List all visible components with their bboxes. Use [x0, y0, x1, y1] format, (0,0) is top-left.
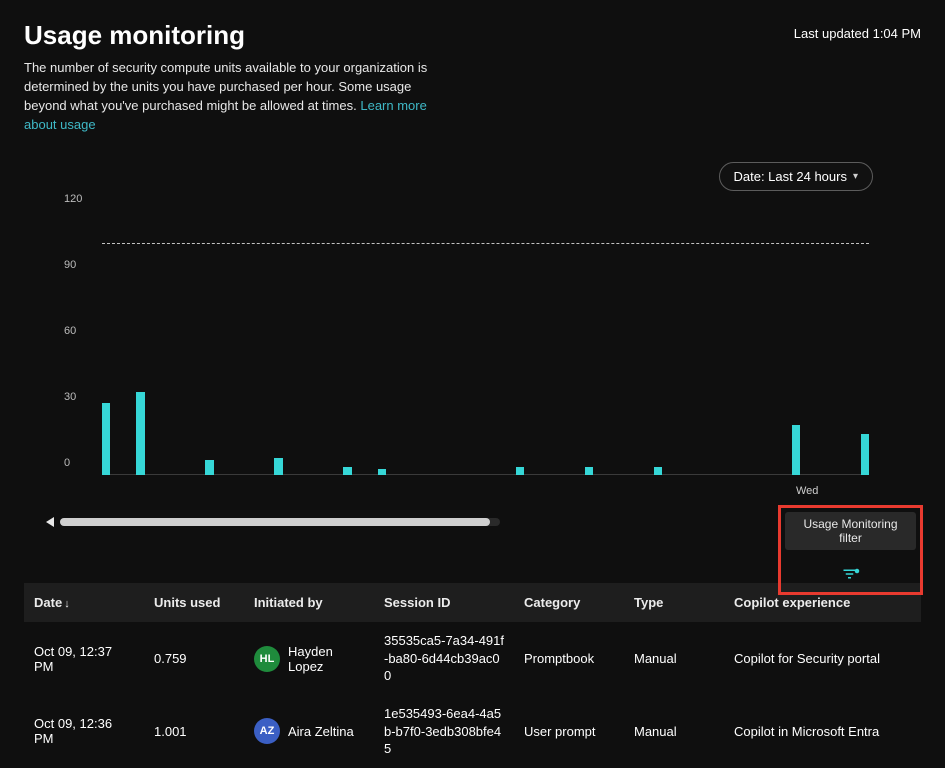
y-axis-tick: 120 [64, 193, 82, 205]
cell-type: Manual [624, 622, 724, 695]
filter-icon [842, 567, 860, 581]
bar-container [102, 211, 869, 475]
usage-bar[interactable] [792, 425, 800, 476]
page-title: Usage monitoring [24, 20, 245, 51]
usage-bar[interactable] [274, 458, 282, 476]
usage-bar[interactable] [136, 392, 144, 476]
usage-bar[interactable] [861, 434, 869, 476]
filter-callout-highlight: Usage Monitoring filter [778, 505, 923, 595]
cell-session-id: 1e535493-6ea4-4a5b-b7f0-3edb308bfe45 [374, 695, 514, 768]
column-header[interactable]: Initiated by [244, 583, 374, 622]
y-axis-tick: 0 [64, 457, 70, 469]
usage-filter-button[interactable] [785, 560, 916, 588]
cell-experience: Copilot in Microsoft Entra [724, 695, 921, 768]
usage-bar[interactable] [654, 467, 662, 476]
y-axis-tick: 90 [64, 259, 76, 271]
usage-bar-chart: 0306090120Wed [32, 211, 921, 511]
last-updated-label: Last updated 1:04 PM [794, 26, 921, 41]
table-row[interactable]: Oct 09, 12:36 PM1.001 AZ Aira Zeltina 1e535… [24, 695, 921, 768]
filter-tooltip: Usage Monitoring filter [785, 512, 916, 550]
usage-bar[interactable] [378, 469, 386, 476]
usage-bar[interactable] [585, 467, 593, 476]
usage-table: Date↓Units usedInitiated bySession IDCat… [24, 583, 921, 767]
column-header[interactable]: Session ID [374, 583, 514, 622]
cell-experience: Copilot for Security portal [724, 622, 921, 695]
cell-units: 0.759 [144, 622, 244, 695]
usage-bar[interactable] [343, 467, 351, 476]
avatar: HL [254, 646, 280, 672]
date-range-label: Date: Last 24 hours [734, 169, 847, 184]
cell-units: 1.001 [144, 695, 244, 768]
user-name: Aira Zeltina [288, 724, 354, 739]
cell-date: Oct 09, 12:36 PM [24, 695, 144, 768]
y-axis-tick: 60 [64, 325, 76, 337]
column-header[interactable]: Category [514, 583, 624, 622]
cell-type: Manual [624, 695, 724, 768]
scroll-left-arrow-icon[interactable] [46, 517, 54, 527]
scroll-thumb[interactable] [60, 518, 490, 526]
column-header[interactable]: Units used [144, 583, 244, 622]
column-header[interactable]: Type [624, 583, 724, 622]
date-range-filter[interactable]: Date: Last 24 hours ▾ [719, 162, 874, 191]
chevron-down-icon: ▾ [853, 171, 858, 182]
scroll-track[interactable] [60, 518, 500, 526]
x-axis-tick-label: Wed [796, 485, 818, 497]
avatar: AZ [254, 718, 280, 744]
usage-bar[interactable] [516, 467, 524, 476]
usage-bar[interactable] [205, 460, 213, 475]
page-description: The number of security compute units ava… [24, 59, 444, 134]
cell-initiated-by: AZ Aira Zeltina [244, 695, 374, 768]
cell-category: User prompt [514, 695, 624, 768]
cell-category: Promptbook [514, 622, 624, 695]
cell-session-id: 35535ca5-7a34-491f-ba80-6d44cb39ac00 [374, 622, 514, 695]
user-name: Hayden Lopez [288, 644, 364, 674]
table-row[interactable]: Oct 09, 12:37 PM0.759 HL Hayden Lopez 35535… [24, 622, 921, 695]
cell-initiated-by: HL Hayden Lopez [244, 622, 374, 695]
usage-bar[interactable] [102, 403, 110, 476]
sort-arrow-icon: ↓ [64, 598, 70, 610]
cell-date: Oct 09, 12:37 PM [24, 622, 144, 695]
column-header[interactable]: Date↓ [24, 583, 144, 622]
y-axis-tick: 30 [64, 391, 76, 403]
